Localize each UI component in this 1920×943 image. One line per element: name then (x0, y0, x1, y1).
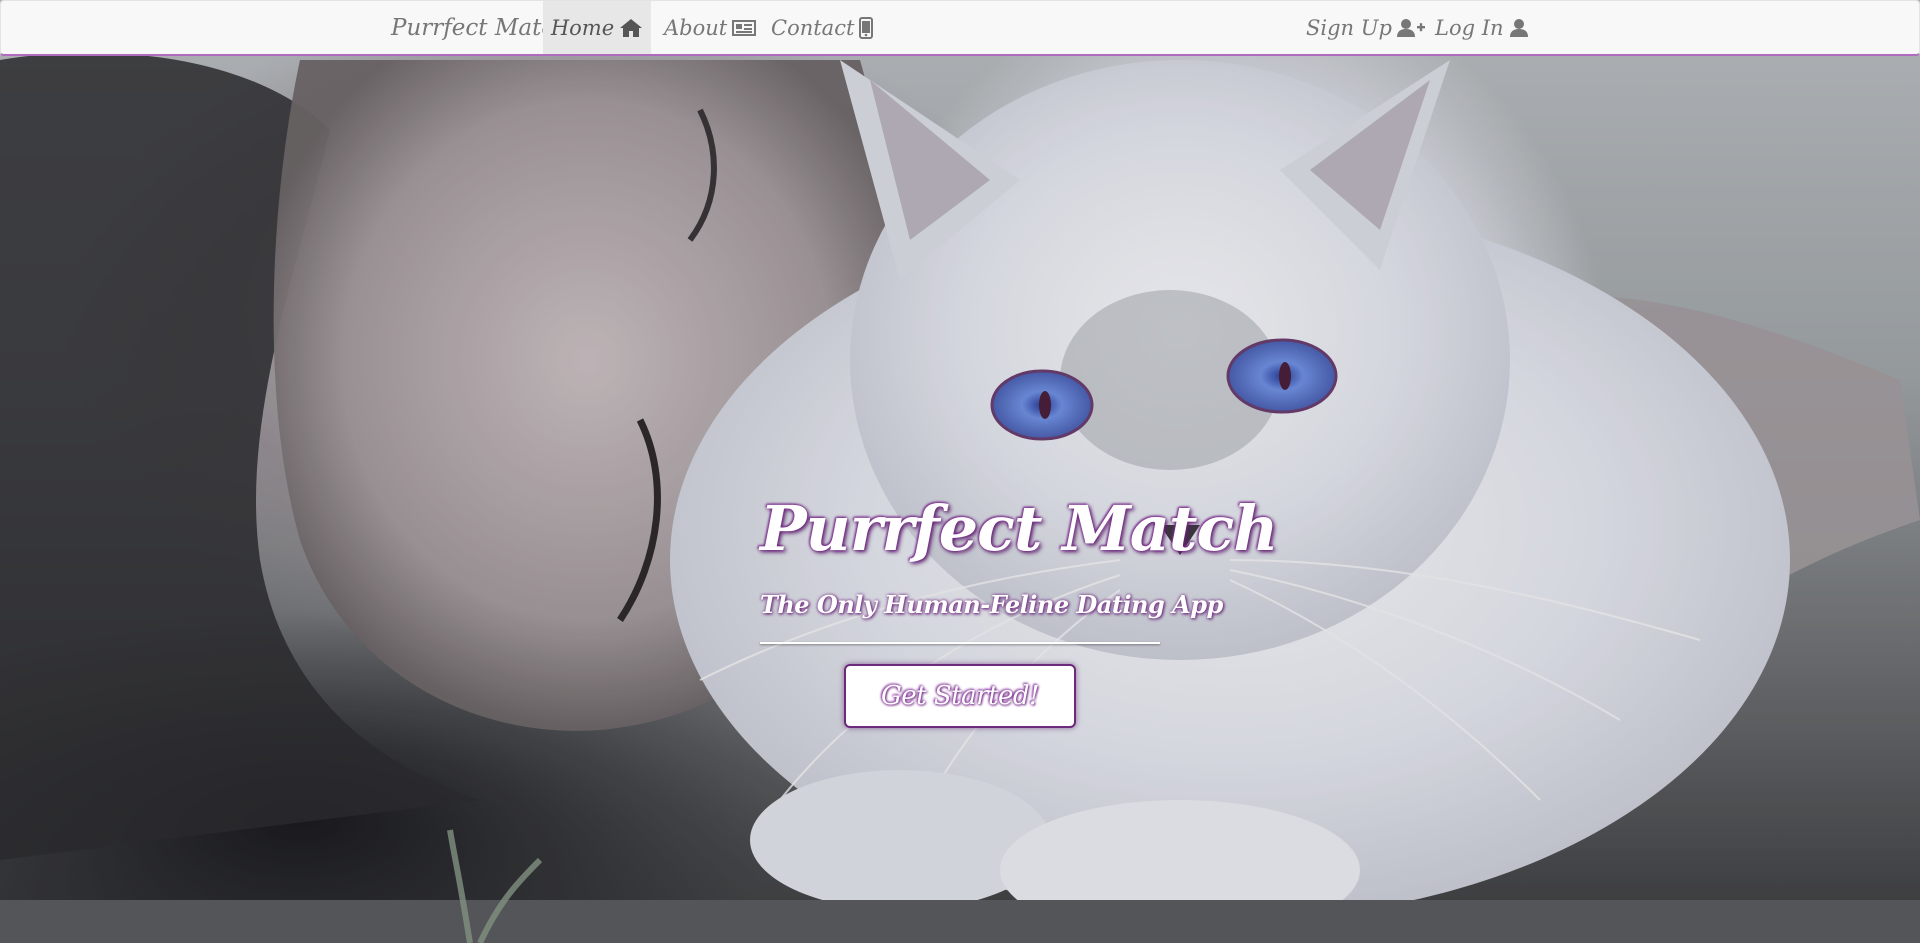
nav-contact-label: Contact (771, 15, 855, 40)
nav-log-in[interactable]: Log In (1435, 1, 1529, 54)
nav-log-in-label: Log In (1435, 15, 1504, 40)
nav-sign-up[interactable]: Sign Up (1306, 1, 1425, 54)
top-navbar: Purrfect Match Home About Contact Sign U… (0, 0, 1920, 56)
get-started-label: Get Started! (881, 681, 1040, 711)
hero-divider (760, 642, 1160, 644)
nav-sign-up-label: Sign Up (1306, 15, 1392, 40)
home-icon (619, 18, 643, 38)
hero-title: Purrfect Match (760, 492, 1278, 565)
get-started-button[interactable]: Get Started! (844, 664, 1076, 728)
hero-section: Purrfect Match The Only Human-Feline Dat… (0, 0, 1920, 943)
nav-about-label: About (664, 15, 728, 40)
nav-contact[interactable]: Contact (771, 1, 874, 54)
hero-subtitle: The Only Human-Feline Dating App (760, 590, 1223, 619)
nav-about[interactable]: About (664, 1, 757, 54)
nav-home-label: Home (550, 15, 615, 40)
user-plus-icon (1396, 18, 1425, 38)
newspaper-icon (732, 19, 757, 37)
mobile-phone-icon (859, 16, 874, 39)
user-icon (1509, 18, 1529, 38)
nav-home[interactable]: Home (543, 1, 651, 54)
